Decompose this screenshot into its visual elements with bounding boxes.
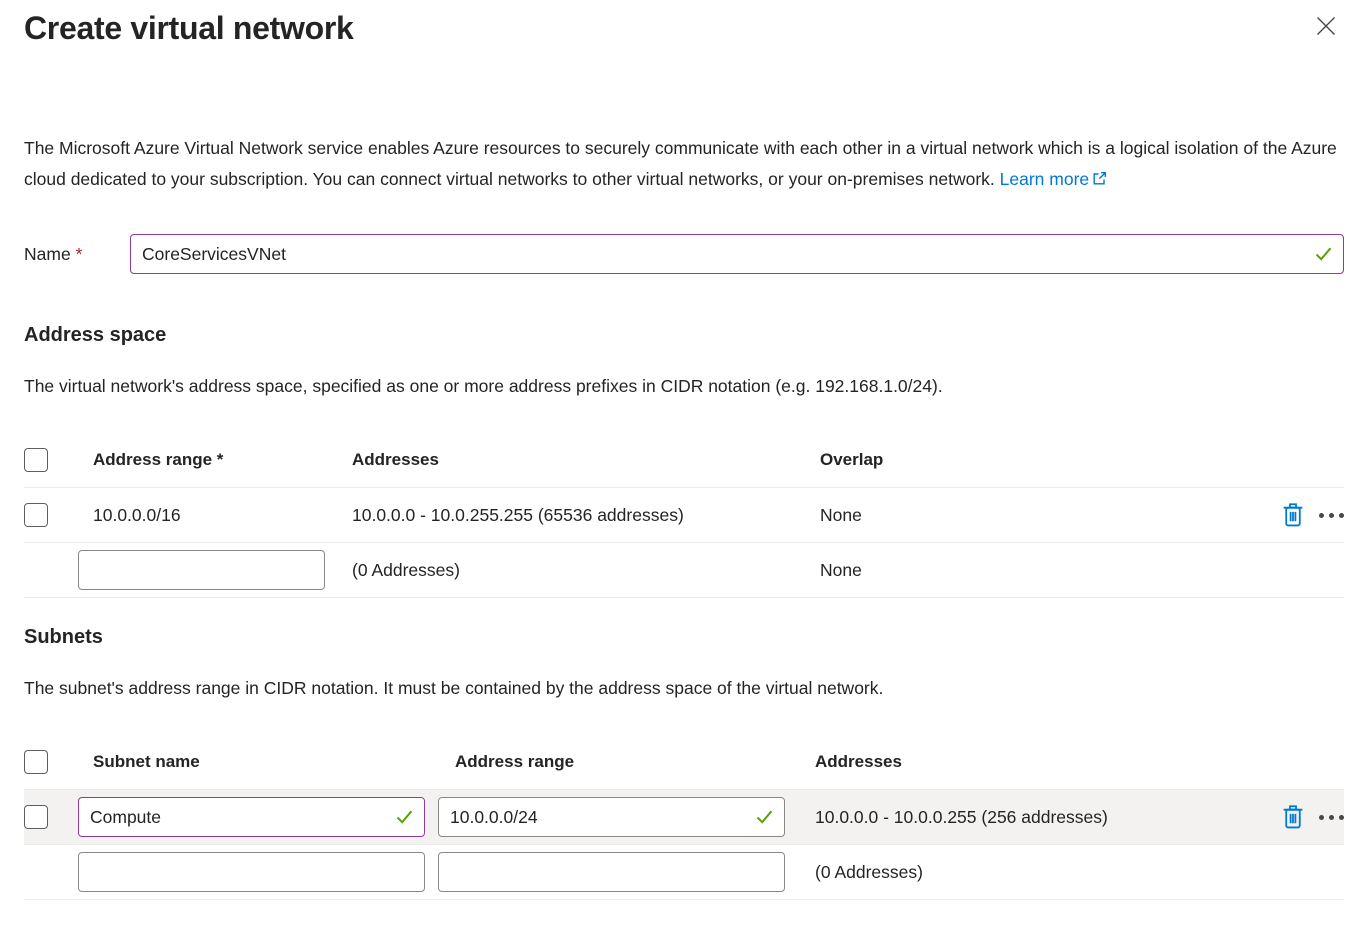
subnet-new-row: (0 Addresses) [24,845,1344,900]
subnets-header-row: Subnet name Address range Addresses [24,734,1344,790]
subnets-heading: Subnets [24,623,1344,651]
address-space-heading: Address space [24,321,1344,349]
new-subnet-name-input[interactable] [78,852,425,892]
overlap-placeholder: None [820,560,862,580]
learn-more-link[interactable]: Learn more [1000,169,1108,189]
overlap-value: None [820,505,862,525]
addresses-placeholder: (0 Addresses) [352,560,460,580]
subnet-name-input[interactable] [78,797,425,837]
panel-header: Create virtual network [24,0,1344,50]
column-header-subnet-name: Subnet name [78,752,438,772]
new-subnet-address-range-input[interactable] [438,852,785,892]
new-subnet-name-input-wrap [78,852,425,892]
page-title: Create virtual network [24,6,354,50]
more-options-button[interactable] [1319,815,1344,820]
name-field-row: Name * [24,234,1344,274]
address-space-table: Address range * Addresses Overlap 10.0.0… [24,432,1344,598]
subnet-row: 10.0.0.0 - 10.0.0.255 (256 addresses) [24,790,1344,845]
column-header-address-range: Address range * [78,450,352,470]
select-all-checkbox[interactable] [24,448,48,472]
address-space-row: 10.0.0.0/16 10.0.0.0 - 10.0.255.255 (655… [24,488,1344,543]
column-header-subnet-address-range: Address range [438,752,800,772]
address-range-value: 10.0.0.0/16 [78,505,352,526]
learn-more-label: Learn more [1000,169,1090,189]
subnet-address-range-input[interactable] [438,797,785,837]
address-space-new-row: (0 Addresses) None [24,543,1344,598]
subnets-description: The subnet's address range in CIDR notat… [24,674,1344,702]
subnet-name-input-wrap [78,797,425,837]
create-virtual-network-panel: Create virtual network The Microsoft Azu… [0,0,1368,929]
name-input[interactable] [130,234,1344,274]
addresses-value: 10.0.0.0 - 10.0.255.255 (65536 addresses… [352,505,684,525]
select-all-subnets-checkbox[interactable] [24,750,48,774]
row-checkbox[interactable] [24,503,48,527]
ellipsis-icon [1319,815,1344,820]
subnet-addresses-placeholder: (0 Addresses) [800,862,1258,883]
close-button[interactable] [1308,8,1344,44]
column-header-overlap: Overlap [820,450,883,469]
subnets-table: Subnet name Address range Addresses 10.0… [24,734,1344,900]
close-icon [1316,16,1336,36]
column-header-addresses: Addresses [352,450,439,469]
new-subnet-address-range-input-wrap [438,852,785,892]
delete-subnet-button[interactable] [1282,805,1304,829]
name-label-text: Name [24,244,71,264]
ellipsis-icon [1319,513,1344,518]
external-link-icon [1092,171,1107,186]
more-options-button[interactable] [1319,513,1344,518]
address-space-description: The virtual network's address space, spe… [24,372,1344,400]
subnet-addresses-value: 10.0.0.0 - 10.0.0.255 (256 addresses) [800,807,1258,828]
trash-icon [1282,503,1304,527]
new-address-range-input[interactable] [78,550,325,590]
subnet-address-range-input-wrap [438,797,785,837]
intro-text: The Microsoft Azure Virtual Network serv… [24,138,1337,189]
subnet-row-checkbox[interactable] [24,805,48,829]
address-space-header-row: Address range * Addresses Overlap [24,432,1344,488]
name-input-wrap [130,234,1344,274]
column-header-subnet-addresses: Addresses [800,752,1258,772]
delete-address-range-button[interactable] [1282,503,1304,527]
name-label: Name * [24,244,130,265]
trash-icon [1282,805,1304,829]
intro-paragraph: The Microsoft Azure Virtual Network serv… [24,133,1344,195]
required-asterisk: * [76,244,83,264]
